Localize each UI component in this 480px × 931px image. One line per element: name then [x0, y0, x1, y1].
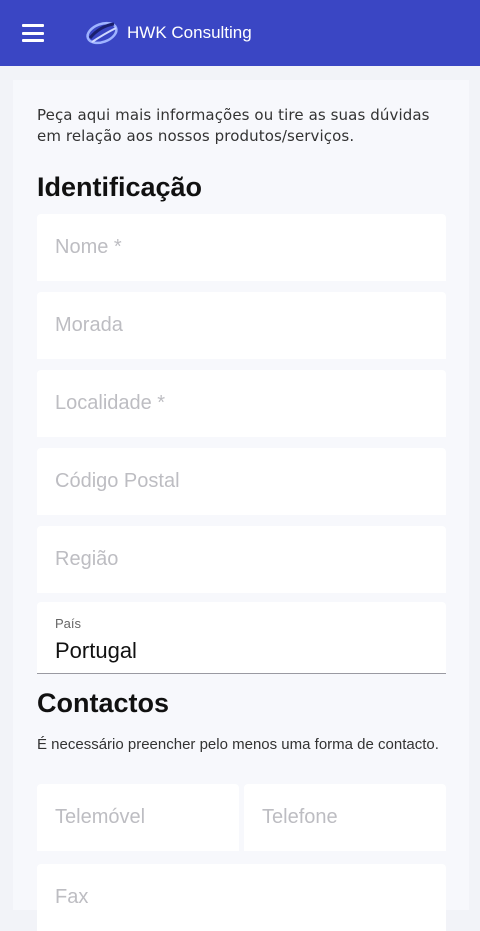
contacts-note: É necessário preencher pelo menos uma fo…: [37, 736, 439, 753]
hamburger-menu-icon[interactable]: [20, 22, 46, 44]
locality-input[interactable]: [37, 370, 446, 437]
locality-field[interactable]: [37, 370, 446, 437]
contacts-title: Contactos: [37, 688, 170, 718]
fax-input[interactable]: [37, 864, 446, 931]
region-field[interactable]: [37, 526, 446, 593]
app-bar: HWK Consulting: [0, 0, 480, 66]
hwk-logo-icon: [86, 21, 118, 45]
contact-form: Peça aqui mais informações ou tire as su…: [13, 80, 469, 931]
address-field[interactable]: [37, 292, 446, 359]
name-field[interactable]: [37, 214, 446, 281]
phone-field[interactable]: [244, 784, 446, 851]
country-value: Portugal: [55, 638, 137, 663]
region-input[interactable]: [37, 526, 446, 593]
phone-input[interactable]: [244, 784, 446, 851]
mobile-input[interactable]: [37, 784, 239, 851]
address-input[interactable]: [37, 292, 446, 359]
identification-title: Identificação: [37, 172, 203, 202]
fax-field[interactable]: [37, 864, 446, 931]
intro-text: Peça aqui mais informações ou tire as su…: [37, 106, 430, 145]
country-select[interactable]: País Portugal: [37, 602, 446, 674]
mobile-field[interactable]: [37, 784, 239, 851]
country-label: País: [55, 616, 82, 631]
postal-code-field[interactable]: [37, 448, 446, 515]
name-input[interactable]: [37, 214, 446, 281]
postal-code-input[interactable]: [37, 448, 446, 515]
app-title: HWK Consulting: [127, 23, 252, 42]
